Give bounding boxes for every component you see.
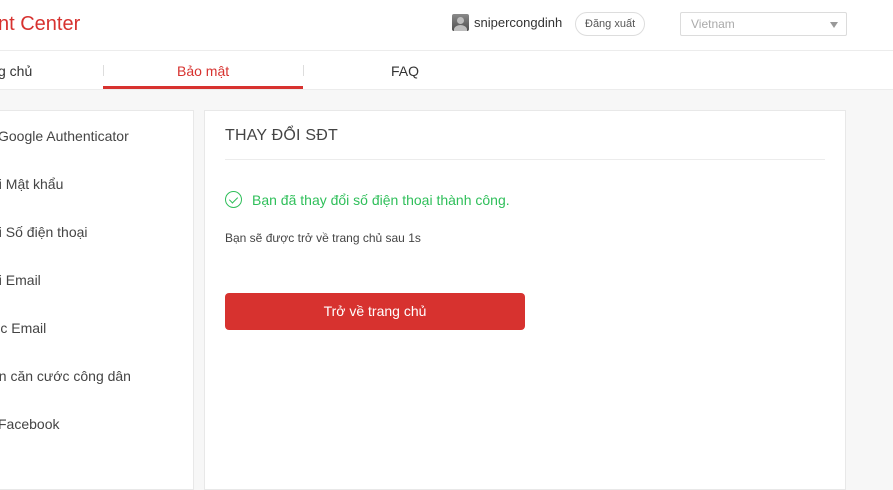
user-info: snipercongdinh [452,14,562,31]
chevron-down-icon [830,22,838,28]
home-button[interactable]: Trở về trang chủ [225,293,525,330]
success-notice: Bạn đã thay đổi số điện thoại thành công… [225,191,510,208]
language-value: Vietnam [691,17,735,31]
username[interactable]: snipercongdinh [474,15,562,30]
sidebar-item-id-card[interactable]: ận căn cước công dân [0,368,131,384]
sidebar-item-email[interactable]: ổi Email [0,272,41,288]
sidebar-item-verify-email[interactable]: ực Email [0,320,46,336]
main-panel: THAY ĐỔI SĐT Bạn đã thay đổi số điện tho… [204,110,846,490]
sidebar-item-facebook[interactable]: i Facebook [0,416,59,432]
tab-faq[interactable]: FAQ [391,63,419,79]
success-message: Bạn đã thay đổi số điện thoại thành công… [252,191,510,208]
active-tab-indicator [103,86,303,89]
tab-divider [303,65,304,76]
sidebar-item-google-authenticator[interactable]: i Google Authenticator [0,128,129,144]
tab-divider [103,65,104,76]
avatar[interactable] [452,14,469,31]
language-select[interactable]: Vietnam [680,12,847,36]
brand-title[interactable]: nt Center [0,13,80,36]
sidebar: i Google Authenticator ổi Mật khẩu ổi Số… [0,110,194,490]
logout-button[interactable]: Đăng xuất [575,12,646,36]
page-background [853,91,893,474]
sidebar-item-password[interactable]: ổi Mật khẩu [0,176,63,192]
sidebar-item-phone[interactable]: ổi Số điện thoại [0,224,88,240]
redirect-message: Bạn sẽ được trở về trang chủ sau 1s [225,231,421,245]
tab-home[interactable]: g chủ [0,63,32,79]
divider [225,159,825,160]
tab-security[interactable]: Bảo mật [177,63,229,79]
tab-bar: g chủ Bảo mật FAQ [0,51,893,90]
check-circle-icon [225,191,242,208]
header: nt Center snipercongdinh Đăng xuất Vietn… [0,0,893,51]
page-title: THAY ĐỔI SĐT [225,127,338,144]
